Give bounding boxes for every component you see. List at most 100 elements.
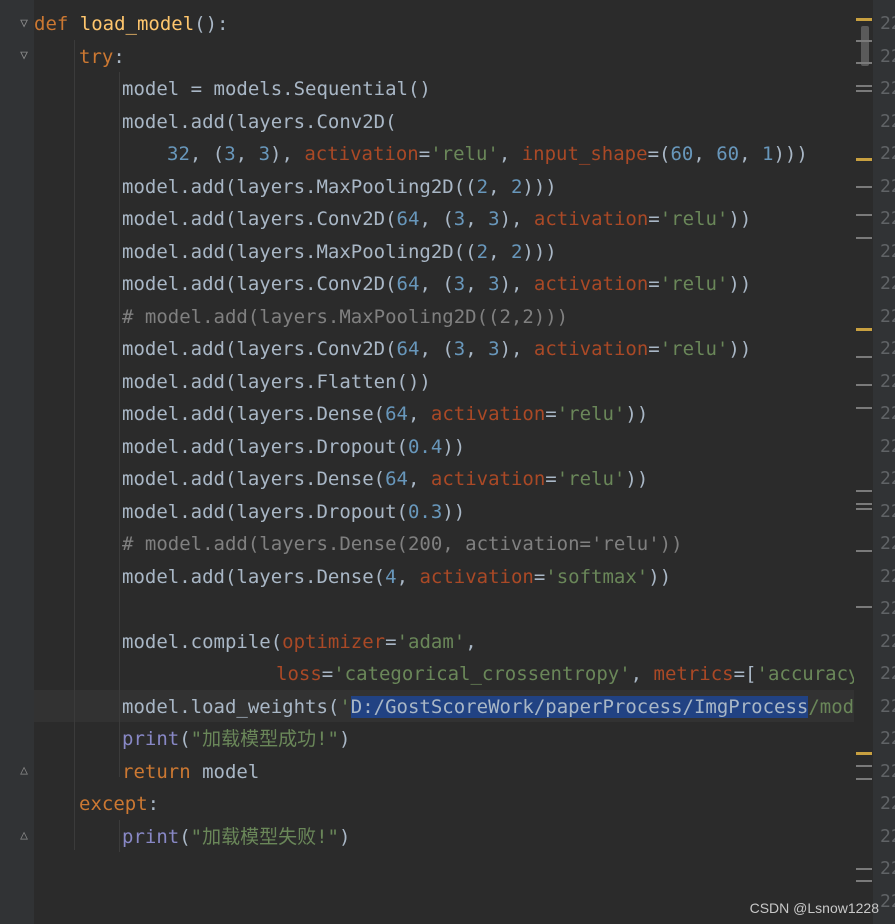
code-line[interactable]: model.add(layers.Dropout(0.3)) xyxy=(122,496,465,528)
code-token: =( xyxy=(647,143,671,165)
code-token: 60 xyxy=(670,143,694,165)
code-token: 1 xyxy=(762,143,774,165)
stripe-mark[interactable] xyxy=(856,214,872,216)
code-line[interactable]: model.add(layers.MaxPooling2D((2, 2))) xyxy=(122,171,568,203)
stripe-mark[interactable] xyxy=(856,490,872,492)
code-line[interactable]: model.load_weights('D:/GostScoreWork/pap… xyxy=(122,691,895,723)
code-token: activation xyxy=(533,208,649,230)
stripe-mark[interactable] xyxy=(856,765,872,767)
fold-end-icon[interactable]: △ xyxy=(17,764,31,778)
code-token: 2 xyxy=(510,175,523,198)
code-line[interactable]: 32, (3, 3), activation='relu', input_sha… xyxy=(167,138,808,170)
code-token: input_shape xyxy=(521,143,648,165)
code-token: 'relu' xyxy=(556,468,626,490)
code-token: ), xyxy=(270,143,305,165)
fold-open-icon[interactable]: ▽ xyxy=(17,17,31,31)
code-token: , ( xyxy=(419,338,454,360)
code-line[interactable]: def load_model(): xyxy=(34,8,228,40)
stripe-mark[interactable] xyxy=(856,550,872,552)
code-line[interactable]: model.add(layers.Dense(4, activation='so… xyxy=(122,561,671,593)
stripe-mark[interactable] xyxy=(856,508,872,510)
code-line[interactable]: model = models.Sequential() xyxy=(122,73,431,105)
stripe-mark[interactable] xyxy=(856,407,872,409)
code-line[interactable]: model.add(layers.Conv2D(64, (3, 3), acti… xyxy=(122,268,751,300)
code-line[interactable]: # model.add(layers.MaxPooling2D((2,2))) xyxy=(122,301,568,333)
code-line[interactable]: model.add(layers.Dense(64, activation='r… xyxy=(122,398,648,430)
code-token: 'relu' xyxy=(556,403,626,425)
code-token: =[ xyxy=(733,663,757,685)
code-line[interactable]: model.compile(optimizer='adam', xyxy=(122,626,477,658)
stripe-mark[interactable] xyxy=(856,62,872,64)
code-line[interactable]: print("加载模型失败!") xyxy=(122,821,350,853)
stripe-mark[interactable] xyxy=(856,328,872,331)
stripe-mark[interactable] xyxy=(856,868,872,870)
stripe-mark[interactable] xyxy=(856,880,872,882)
code-token: 'relu' xyxy=(659,338,729,360)
code-token: "加载模型失败!" xyxy=(190,825,339,848)
code-token: 'categorical_crossentropy' xyxy=(333,663,631,685)
code-line[interactable]: try: xyxy=(79,41,125,73)
code-token: 3 xyxy=(488,208,500,230)
code-line[interactable]: model.add(layers.MaxPooling2D((2, 2))) xyxy=(122,236,557,268)
stripe-mark[interactable] xyxy=(856,85,872,87)
error-stripe[interactable] xyxy=(854,0,873,924)
stripe-mark[interactable] xyxy=(856,384,872,386)
stripe-mark[interactable] xyxy=(856,158,872,161)
stripe-mark[interactable] xyxy=(856,237,872,239)
line-number: 22 xyxy=(880,435,895,457)
code-token: , xyxy=(630,663,654,685)
stripe-mark[interactable] xyxy=(856,752,872,755)
code-token: model.add(layers.Flatten()) xyxy=(122,370,431,393)
code-token: , xyxy=(465,273,489,295)
code-token: 'relu' xyxy=(659,273,729,295)
fold-open-icon[interactable]: ▽ xyxy=(17,49,31,63)
stripe-mark[interactable] xyxy=(856,90,872,92)
code-line[interactable]: # model.add(layers.Dense(200, activation… xyxy=(122,528,683,560)
code-line[interactable]: model.add(layers.Flatten()) xyxy=(122,366,431,398)
code-token: model.add(layers.Conv2D( xyxy=(122,338,397,360)
stripe-mark[interactable] xyxy=(856,606,872,608)
stripe-mark[interactable] xyxy=(856,186,872,188)
line-numbers: 22 22 22 22 22 22 22 22 22 22 22 22 22 22 22 22 22 22 22 22… xyxy=(873,0,895,924)
code-line[interactable]: model.add(layers.Dense(64, activation='r… xyxy=(122,463,648,495)
code-token: 2 xyxy=(476,240,489,263)
code-line[interactable]: loss='categorical_crossentropy', metrics… xyxy=(276,658,894,690)
fold-end-icon[interactable]: △ xyxy=(17,829,31,843)
stripe-mark[interactable] xyxy=(856,18,872,21)
code-token: 'adam' xyxy=(396,630,466,653)
code-token: = xyxy=(648,338,660,360)
code-line[interactable]: return model xyxy=(122,756,259,788)
code-line[interactable]: model.add(layers.Conv2D(64, (3, 3), acti… xyxy=(122,333,751,365)
code-token: = xyxy=(321,663,334,685)
code-line[interactable]: except: xyxy=(79,788,159,820)
code-token: model.load_weights( xyxy=(122,695,340,718)
code-token: D:/GostScoreWork/paperProcess/ImgProcess xyxy=(350,695,809,718)
line-number: 22 xyxy=(880,143,895,164)
code-token: )) xyxy=(625,403,649,425)
line-number: 22 xyxy=(880,78,895,99)
code-line[interactable]: model.add(layers.Conv2D( xyxy=(122,106,397,138)
code-token: , xyxy=(235,143,259,165)
code-token: metrics xyxy=(653,663,734,685)
stripe-mark[interactable] xyxy=(856,503,872,505)
stripe-mark[interactable] xyxy=(856,778,872,780)
code-token: ))) xyxy=(522,240,557,263)
line-number: 22 xyxy=(880,175,895,197)
line-number: 22 xyxy=(880,338,895,359)
code-line[interactable]: print("加载模型成功!") xyxy=(122,723,350,755)
line-number: 22 xyxy=(880,630,895,652)
stripe-mark[interactable] xyxy=(856,356,872,358)
line-number: 22 xyxy=(880,468,895,489)
code-token: return xyxy=(122,760,203,783)
code-token: model.add(layers.Conv2D( xyxy=(122,110,397,133)
code-line[interactable]: model.add(layers.Dropout(0.4)) xyxy=(122,431,465,463)
code-token: ), xyxy=(499,338,534,360)
code-token: ) xyxy=(338,825,351,848)
code-token: 3 xyxy=(488,338,500,360)
scrollbar-thumb[interactable] xyxy=(861,26,869,66)
code-editor[interactable]: def load_model(): try: model = models.Sequ… xyxy=(34,0,895,924)
line-number: 22 xyxy=(880,240,895,262)
code-line[interactable]: model.add(layers.Conv2D(64, (3, 3), acti… xyxy=(122,203,751,235)
line-number: 22 xyxy=(880,110,895,132)
stripe-mark[interactable] xyxy=(856,40,872,42)
